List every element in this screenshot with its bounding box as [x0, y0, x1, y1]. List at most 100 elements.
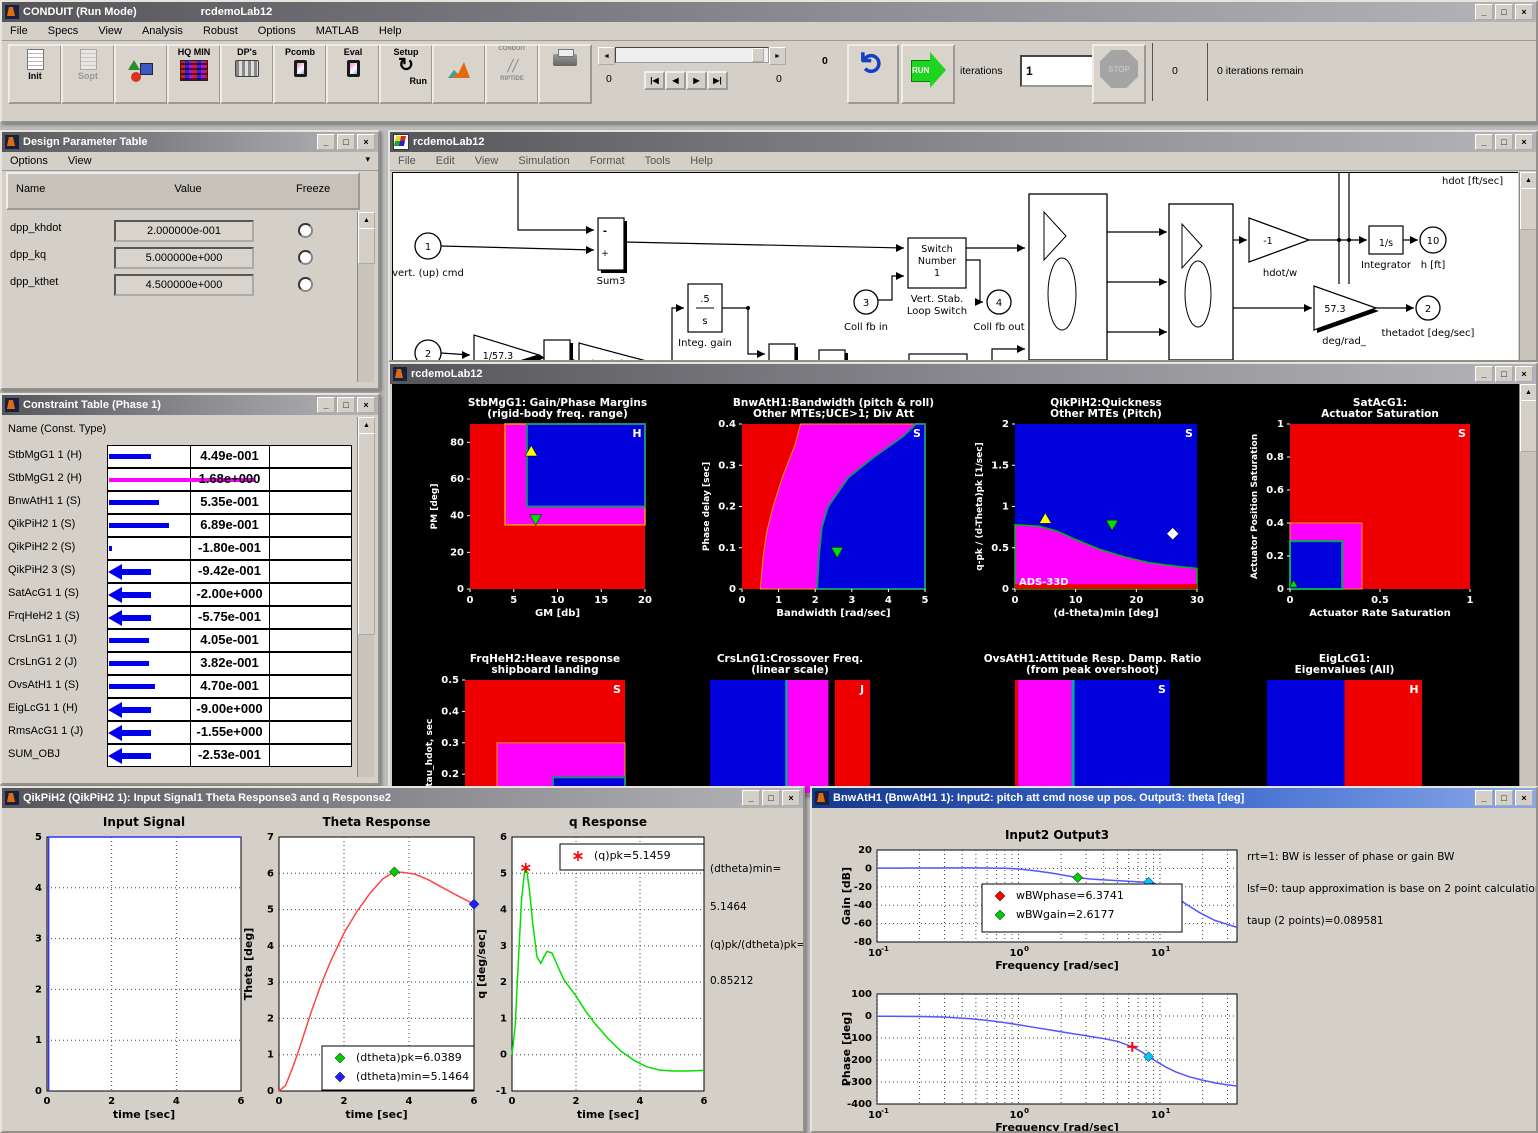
- constraint-row[interactable]: SUM_OBJ-2.53e-001: [2, 744, 358, 767]
- svg-text:15: 15: [594, 595, 608, 606]
- constraint-row[interactable]: SatAcG1 1 (S)-2.00e+000: [2, 583, 358, 606]
- prev-iteration-button[interactable]: ◀: [665, 71, 686, 90]
- maximize-icon[interactable]: □: [1495, 790, 1513, 806]
- param-menu-expand-icon[interactable]: ▾: [365, 154, 370, 165]
- close-icon[interactable]: ×: [782, 790, 800, 806]
- maximize-icon[interactable]: □: [1495, 134, 1513, 150]
- hq-min-button[interactable]: HQ MIN: [167, 44, 221, 104]
- maximize-icon[interactable]: □: [337, 397, 355, 413]
- minimize-icon[interactable]: _: [1475, 134, 1493, 150]
- constraint-row[interactable]: OvsAtH1 1 (S)4.70e-001: [2, 675, 358, 698]
- menu-help[interactable]: Help: [379, 25, 402, 37]
- freeze-radio[interactable]: [298, 277, 313, 292]
- svg-text:3: 3: [848, 595, 855, 606]
- minimize-icon[interactable]: _: [1475, 4, 1493, 20]
- param-value-field[interactable]: 4.500000e+000: [114, 274, 254, 296]
- close-icon[interactable]: ×: [1515, 366, 1533, 382]
- sim-menu-simulation[interactable]: Simulation: [518, 155, 569, 167]
- constraint-row[interactable]: EigLcG1 1 (H)-9.00e+000: [2, 698, 358, 721]
- param-value-field[interactable]: 5.000000e+000: [114, 247, 254, 269]
- run-button[interactable]: RUN: [901, 44, 955, 104]
- menu-file[interactable]: File: [10, 25, 28, 37]
- constraint-row[interactable]: QikPiH2 1 (S)6.89e-001: [2, 514, 358, 537]
- sim-menu-tools[interactable]: Tools: [645, 155, 671, 167]
- minimize-icon[interactable]: _: [317, 397, 335, 413]
- menu-view[interactable]: View: [98, 25, 122, 37]
- menu-robust[interactable]: Robust: [203, 25, 238, 37]
- qik-titlebar[interactable]: QikPiH2 (QikPiH2 1): Input Signal1 Theta…: [2, 788, 803, 808]
- close-icon[interactable]: ×: [357, 397, 375, 413]
- freeze-radio[interactable]: [298, 223, 313, 238]
- svg-text:0.5: 0.5: [441, 675, 459, 686]
- maximize-icon[interactable]: □: [762, 790, 780, 806]
- printer-button[interactable]: [538, 44, 592, 104]
- param-scrollbar[interactable]: ▲: [357, 212, 374, 382]
- iterations-input[interactable]: [1020, 55, 1094, 87]
- menu-analysis[interactable]: Analysis: [142, 25, 183, 37]
- minimize-icon[interactable]: _: [317, 134, 335, 150]
- bnw-window-title: BnwAtH1 (BnwAtH1 1): Input2: pitch att c…: [833, 792, 1244, 804]
- param-titlebar[interactable]: Design Parameter Table _ □ ×: [2, 132, 378, 152]
- constraint-row[interactable]: QikPiH2 2 (S)-1.80e-001: [2, 537, 358, 560]
- pcomb-button[interactable]: Pcomb: [273, 44, 327, 104]
- param-menu-options[interactable]: Options: [10, 155, 48, 167]
- maximize-icon[interactable]: □: [1495, 366, 1513, 382]
- init-button[interactable]: Init: [8, 44, 62, 104]
- menu-options[interactable]: Options: [258, 25, 296, 37]
- menu-matlab[interactable]: MATLAB: [316, 25, 359, 37]
- maximize-icon[interactable]: □: [337, 134, 355, 150]
- svg-text:6: 6: [267, 868, 274, 879]
- constraint-row[interactable]: QikPiH2 3 (S)-9.42e-001: [2, 560, 358, 583]
- close-icon[interactable]: ×: [1515, 790, 1533, 806]
- plots-scrollbar[interactable]: ▲: [1519, 384, 1536, 793]
- simulink-titlebar[interactable]: rcdemoLab12 _ □ ×: [390, 132, 1536, 152]
- param-value-field[interactable]: 2.000000e-001: [114, 220, 254, 242]
- main-titlebar[interactable]: CONDUIT (Run Mode) rcdemoLab12 _ □ ×: [2, 2, 1536, 22]
- svg-text:Theta Response: Theta Response: [322, 815, 430, 829]
- iteration-slider[interactable]: ◄►: [598, 47, 786, 65]
- slider-left-icon[interactable]: ◄: [598, 47, 615, 65]
- constraint-row[interactable]: RmsAcG1 1 (J)-1.55e+000: [2, 721, 358, 744]
- sim-menu-view[interactable]: View: [475, 155, 499, 167]
- stop-button[interactable]: STOP: [1092, 44, 1146, 104]
- simulink-scrollbar[interactable]: ▲: [1519, 172, 1536, 360]
- constraint-titlebar[interactable]: Constraint Table (Phase 1) _ □ ×: [2, 395, 378, 415]
- setup-button[interactable]: Setup↻Run: [379, 44, 433, 104]
- constraint-scrollbar[interactable]: ▲: [357, 417, 374, 777]
- undo-button[interactable]: ↺: [847, 44, 899, 104]
- eval-button[interactable]: Eval: [326, 44, 380, 104]
- freeze-radio[interactable]: [298, 250, 313, 265]
- bnw-titlebar[interactable]: BnwAtH1 (BnwAtH1 1): Input2: pitch att c…: [812, 788, 1536, 808]
- menu-specs[interactable]: Specs: [48, 25, 79, 37]
- sim-menu-edit[interactable]: Edit: [436, 155, 455, 167]
- slider-thumb[interactable]: [752, 48, 764, 62]
- slider-right-icon[interactable]: ►: [769, 47, 786, 65]
- maximize-icon[interactable]: □: [1495, 4, 1513, 20]
- next-iteration-button[interactable]: ▶: [686, 71, 707, 90]
- constraint-row[interactable]: StbMgG1 2 (H)1.68e+000: [2, 468, 358, 491]
- matlab-button[interactable]: [432, 44, 486, 104]
- close-icon[interactable]: ×: [1515, 4, 1533, 20]
- dp-s-button[interactable]: DP's: [220, 44, 274, 104]
- close-icon[interactable]: ×: [357, 134, 375, 150]
- constraint-row[interactable]: StbMgG1 1 (H)4.49e-001: [2, 445, 358, 468]
- close-icon[interactable]: ×: [1515, 134, 1533, 150]
- constraint-row[interactable]: BnwAtH1 1 (S)5.35e-001: [2, 491, 358, 514]
- minimize-icon[interactable]: _: [1475, 366, 1493, 382]
- shapes-button[interactable]: [114, 44, 168, 104]
- sopt-button[interactable]: Sopt: [61, 44, 115, 104]
- minimize-icon[interactable]: _: [1475, 790, 1493, 806]
- last-iteration-button[interactable]: ▶|: [707, 71, 728, 90]
- conduit-button[interactable]: CONDUITRIPTIDE: [485, 44, 539, 104]
- sim-menu-help[interactable]: Help: [690, 155, 713, 167]
- constraint-row[interactable]: CrsLnG1 1 (J)4.05e-001: [2, 629, 358, 652]
- minimize-icon[interactable]: _: [742, 790, 760, 806]
- sim-menu-format[interactable]: Format: [590, 155, 625, 167]
- constraint-row[interactable]: CrsLnG1 2 (J)3.82e-001: [2, 652, 358, 675]
- simulink-canvas[interactable]: -+Sum3SwitchNumber1Vert. Stab.Loop Switc…: [392, 172, 1518, 360]
- sim-menu-file[interactable]: File: [398, 155, 416, 167]
- plots-titlebar[interactable]: rcdemoLab12 _ □ ×: [390, 364, 1536, 384]
- first-iteration-button[interactable]: |◀: [644, 71, 665, 90]
- param-menu-view[interactable]: View: [68, 155, 92, 167]
- constraint-row[interactable]: FrqHeH2 1 (S)-5.75e-001: [2, 606, 358, 629]
